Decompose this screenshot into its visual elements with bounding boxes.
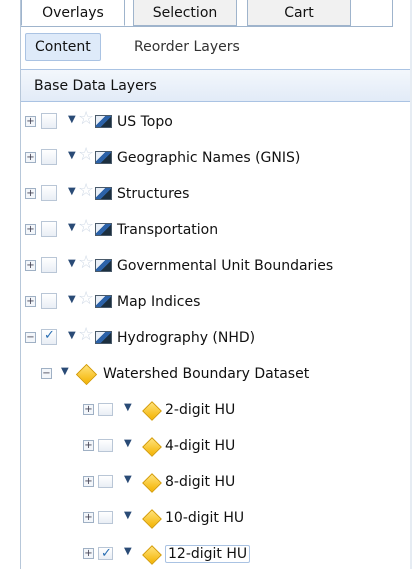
layers-window: Overlays Selection Cart Content Reorder … xyxy=(20,0,412,569)
hu-checkbox[interactable] xyxy=(98,475,113,488)
dropdown-arrow-icon[interactable]: ▼ xyxy=(68,186,76,197)
tab-selection[interactable]: Selection xyxy=(133,0,237,26)
panel-header: Base Data Layers xyxy=(21,70,412,102)
layer-row: + ▼ ☆ Governmental Unit Boundaries xyxy=(21,248,412,284)
layer-label[interactable]: Geographic Names (GNIS) xyxy=(117,140,300,176)
layer-row: + ▼ ☆ Map Indices xyxy=(21,284,412,320)
dropdown-arrow-icon[interactable]: ▼ xyxy=(124,510,132,521)
favorite-star-icon[interactable]: ☆ xyxy=(78,252,94,273)
expand-icon[interactable]: + xyxy=(25,152,36,163)
expand-icon[interactable]: + xyxy=(25,224,36,235)
hu-checkbox[interactable]: ✓ xyxy=(98,546,113,561)
dropdown-arrow-icon[interactable]: ▼ xyxy=(68,258,76,269)
layer-label[interactable]: Transportation xyxy=(117,212,218,248)
dropdown-arrow-icon[interactable]: ▼ xyxy=(68,294,76,305)
collapse-icon[interactable]: − xyxy=(25,332,36,343)
layer-checkbox[interactable] xyxy=(41,185,57,201)
favorite-star-icon[interactable]: ☆ xyxy=(78,180,94,201)
expand-icon[interactable]: + xyxy=(83,404,94,415)
expand-icon[interactable]: + xyxy=(25,188,36,199)
layer-checkbox[interactable] xyxy=(41,221,57,237)
layers-panel: Base Data Layers + ▼ ☆ US Topo + ▼ ☆ Geographic… xyxy=(21,69,412,570)
expand-icon[interactable]: + xyxy=(25,260,36,271)
expand-icon[interactable]: + xyxy=(83,476,94,487)
hu-diamond-icon xyxy=(142,473,162,493)
sub-tab-bar: Content Reorder Layers xyxy=(21,33,392,61)
layer-label[interactable]: US Topo xyxy=(117,104,173,140)
hu-diamond-icon xyxy=(142,437,162,457)
map-image-icon xyxy=(95,223,112,236)
hu-layer-label[interactable]: 2-digit HU xyxy=(165,392,235,428)
expand-icon[interactable]: + xyxy=(83,548,94,559)
dropdown-arrow-icon[interactable]: ▼ xyxy=(68,222,76,233)
map-image-icon xyxy=(95,331,112,344)
expand-icon[interactable]: + xyxy=(25,116,36,127)
layer-row: + ▼ ☆ Transportation xyxy=(21,212,412,248)
layer-checkbox[interactable] xyxy=(41,149,57,165)
hu-diamond-icon xyxy=(142,401,162,421)
layer-label[interactable]: Hydrography (NHD) xyxy=(117,320,255,356)
subtab-content[interactable]: Content xyxy=(25,33,101,61)
layer-row: + ▼ ☆ Geographic Names (GNIS) xyxy=(21,140,412,176)
dropdown-arrow-icon[interactable]: ▼ xyxy=(124,474,132,485)
layer-row: − ✓ ▼ ☆ Hydrography (NHD) xyxy=(21,320,412,356)
layer-row: + ▼ ☆ US Topo xyxy=(21,104,412,140)
subtab-reorder-layers[interactable]: Reorder Layers xyxy=(125,33,249,61)
hu-checkbox[interactable] xyxy=(98,403,113,416)
layer-checkbox[interactable]: ✓ xyxy=(41,328,57,345)
layer-label[interactable]: Structures xyxy=(117,176,189,212)
layer-label[interactable]: Map Indices xyxy=(117,284,200,320)
collapse-icon[interactable]: − xyxy=(41,368,52,379)
hu-layer-row: + ▼ 10-digit HU xyxy=(21,500,412,536)
favorite-star-icon[interactable]: ☆ xyxy=(78,144,94,165)
dropdown-arrow-icon[interactable]: ▼ xyxy=(68,150,76,161)
hu-layer-label[interactable]: 12-digit HU xyxy=(165,545,251,563)
favorite-star-icon[interactable]: ☆ xyxy=(78,288,94,309)
dropdown-arrow-icon[interactable]: ▼ xyxy=(61,366,69,377)
watershed-label[interactable]: Watershed Boundary Dataset xyxy=(103,356,309,392)
layer-checkbox[interactable] xyxy=(41,257,57,273)
expand-icon[interactable]: + xyxy=(83,512,94,523)
favorite-star-icon[interactable]: ☆ xyxy=(78,216,94,237)
map-image-icon xyxy=(95,295,112,308)
layer-checkbox[interactable] xyxy=(41,113,57,129)
layer-checkbox[interactable] xyxy=(41,293,57,309)
hu-checkbox[interactable] xyxy=(98,439,113,452)
map-image-icon xyxy=(95,259,112,272)
hu-layer-label[interactable]: 8-digit HU xyxy=(165,464,235,500)
map-image-icon xyxy=(95,151,112,164)
tab-cart[interactable]: Cart xyxy=(247,0,351,26)
dropdown-arrow-icon[interactable]: ▼ xyxy=(68,330,76,341)
hu-layer-label[interactable]: 10-digit HU xyxy=(165,500,244,536)
layer-label[interactable]: Governmental Unit Boundaries xyxy=(117,248,333,284)
map-image-icon xyxy=(95,187,112,200)
expand-icon[interactable]: + xyxy=(25,296,36,307)
hu-layer-row: + ✓ ▼ 12-digit HU xyxy=(21,536,412,572)
favorite-star-icon[interactable]: ☆ xyxy=(78,108,94,129)
hu-layer-row: + ▼ 8-digit HU xyxy=(21,464,412,500)
expand-icon[interactable]: + xyxy=(83,440,94,451)
tab-overlays[interactable]: Overlays xyxy=(21,0,125,26)
main-tab-bar: Overlays Selection Cart xyxy=(21,0,393,27)
hu-layer-row: + ▼ 2-digit HU xyxy=(21,392,412,428)
hu-layer-label[interactable]: 4-digit HU xyxy=(165,428,235,464)
dropdown-arrow-icon[interactable]: ▼ xyxy=(68,114,76,125)
layer-row: + ▼ ☆ Structures xyxy=(21,176,412,212)
dropdown-arrow-icon[interactable]: ▼ xyxy=(124,438,132,449)
check-icon: ✓ xyxy=(101,546,112,561)
favorite-star-icon[interactable]: ☆ xyxy=(78,324,94,345)
watershed-row: − ▼ Watershed Boundary Dataset xyxy=(21,356,412,392)
map-image-icon xyxy=(95,115,112,128)
hu-layer-row: + ▼ 4-digit HU xyxy=(21,428,412,464)
dropdown-arrow-icon[interactable]: ▼ xyxy=(124,546,132,557)
check-icon: ✓ xyxy=(44,328,55,343)
hu-checkbox[interactable] xyxy=(98,511,113,524)
hu-diamond-icon xyxy=(142,545,162,565)
dataset-diamond-icon xyxy=(75,363,98,386)
dropdown-arrow-icon[interactable]: ▼ xyxy=(124,402,132,413)
hu-diamond-icon xyxy=(142,509,162,529)
